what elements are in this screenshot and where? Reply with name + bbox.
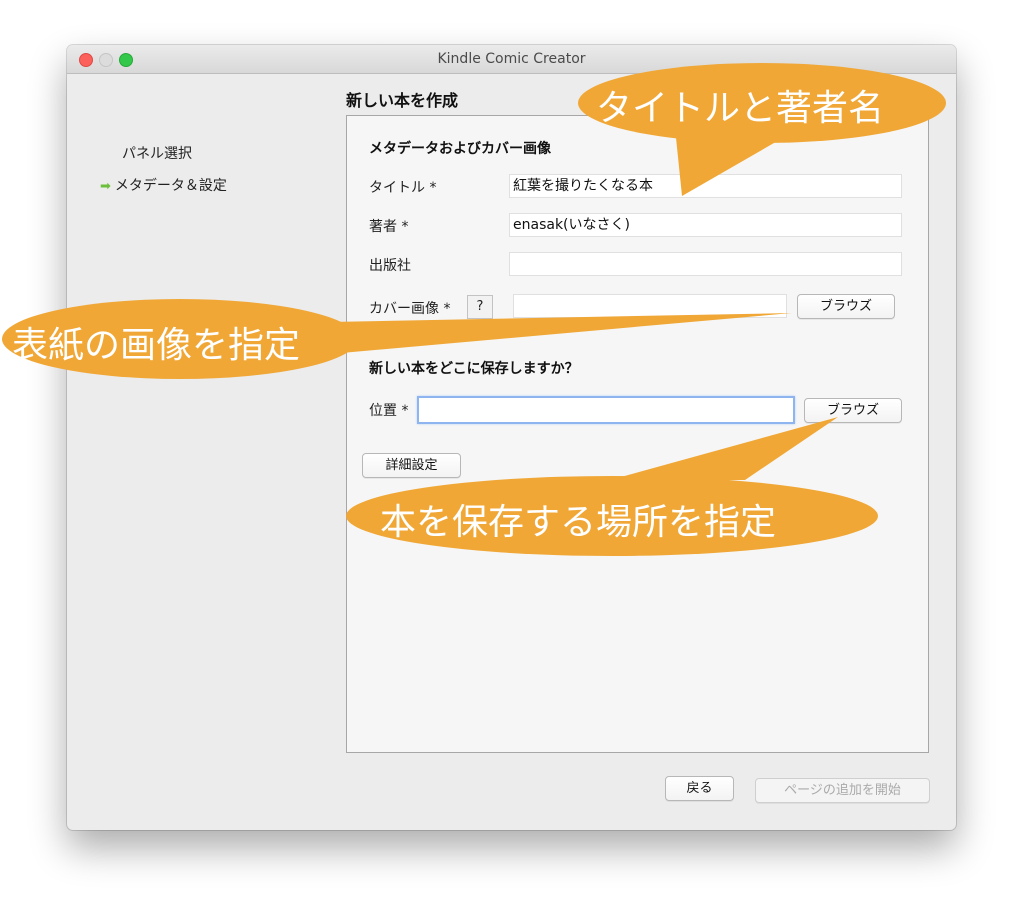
title-author-callout-pointer bbox=[675, 128, 800, 196]
title-author-callout-text: タイトルと著者名 bbox=[596, 88, 885, 129]
cover-callout-text: 表紙の画像を指定 bbox=[12, 325, 301, 366]
location-callout-pointer bbox=[610, 417, 838, 480]
annotation-callouts bbox=[2, 63, 946, 556]
cover-callout-pointer bbox=[330, 313, 792, 354]
location-callout-text: 本を保存する場所を指定 bbox=[380, 502, 777, 543]
